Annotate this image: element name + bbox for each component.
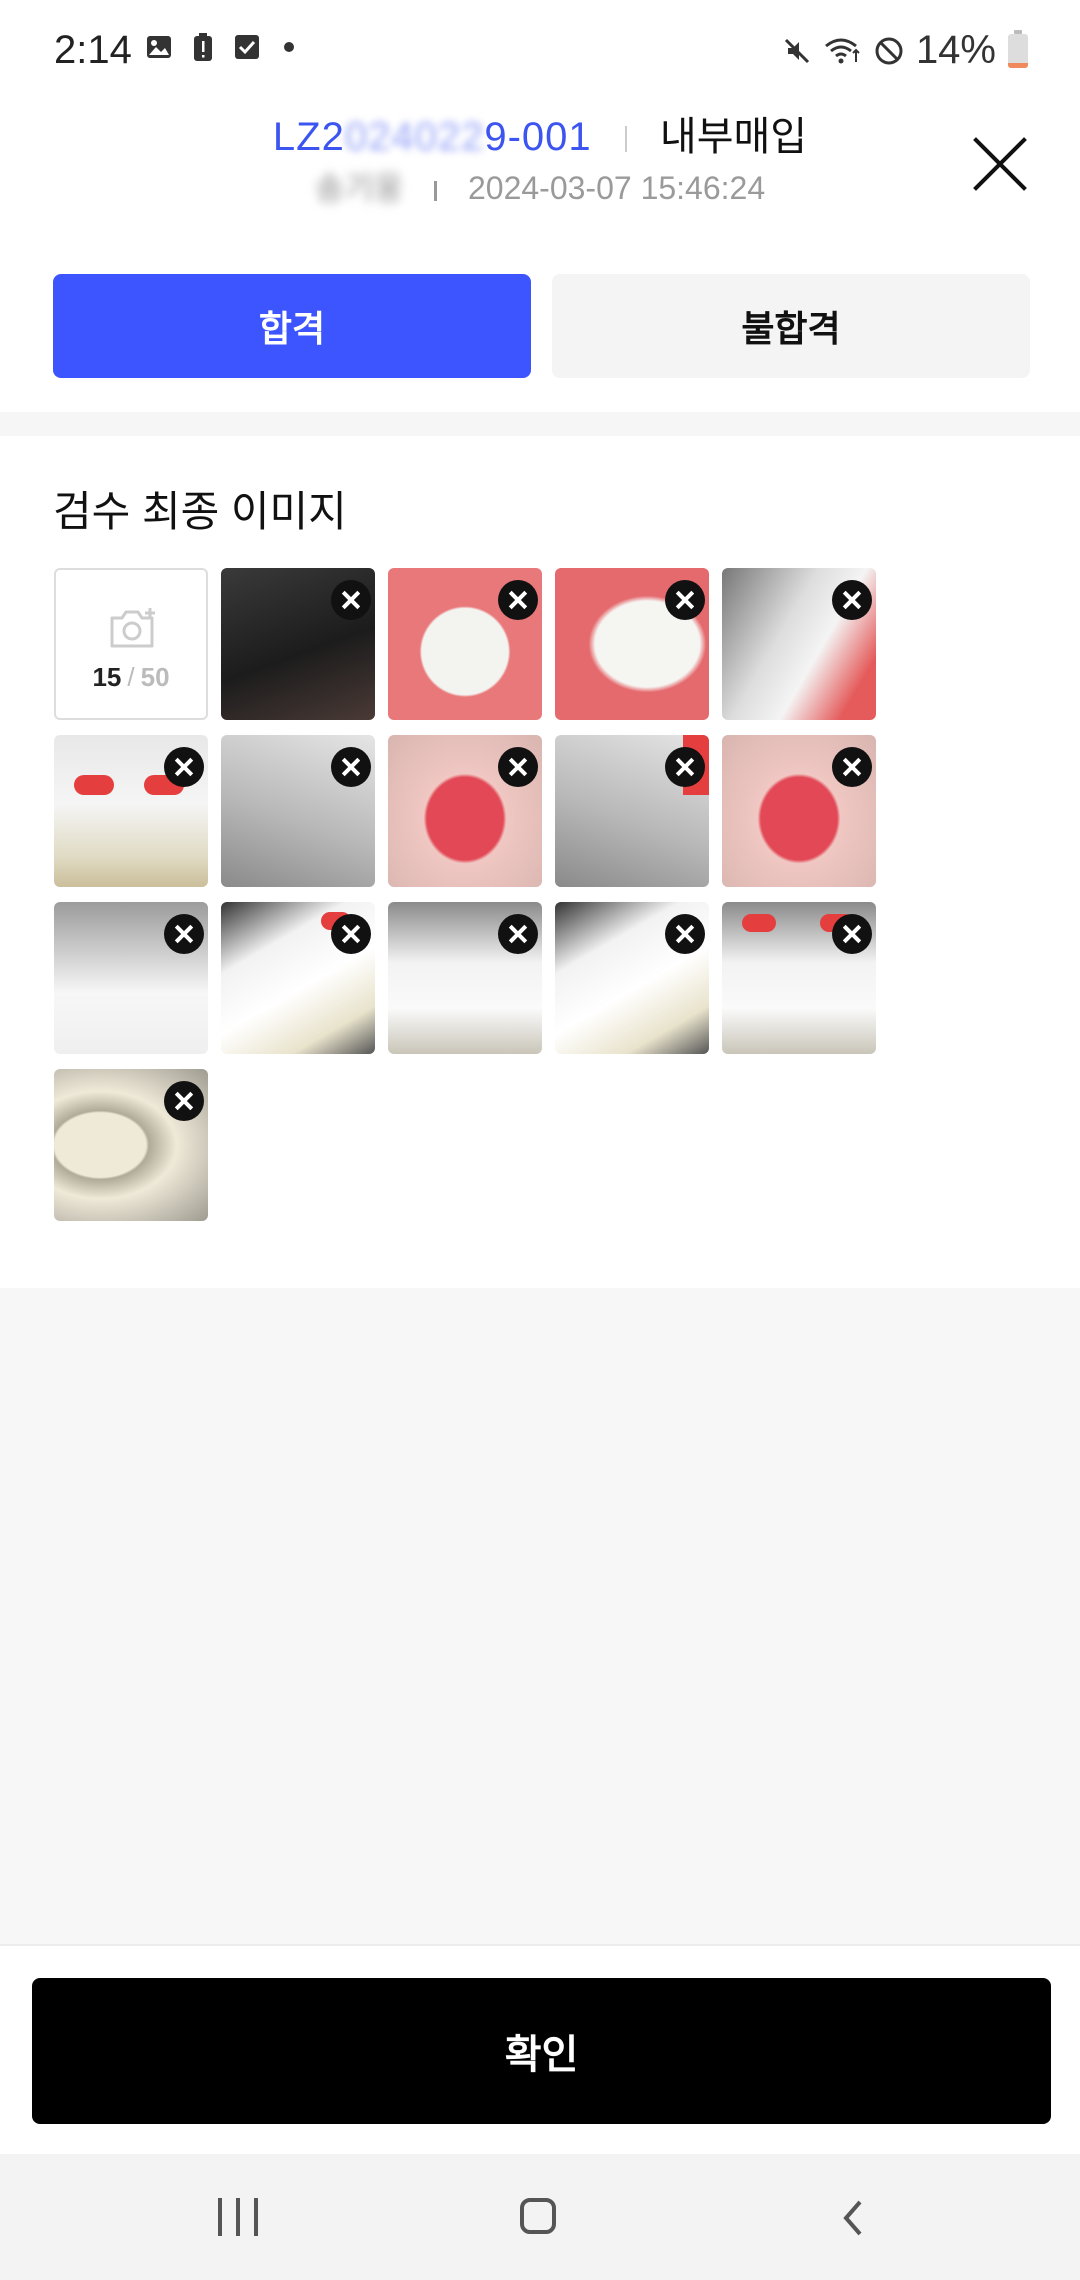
gallery-icon (144, 32, 174, 62)
delete-photo-icon[interactable] (331, 580, 371, 620)
photo-thumbnail-5[interactable] (54, 735, 208, 887)
delete-photo-icon[interactable] (665, 580, 705, 620)
order-type: 내부매입 (659, 115, 808, 159)
photo-detail (742, 914, 776, 932)
subtitle-divider (434, 180, 438, 201)
delete-photo-icon[interactable] (832, 580, 872, 620)
recents-icon[interactable] (218, 2198, 258, 2236)
status-time: 2:14 (54, 28, 132, 72)
camera-add-icon (108, 606, 158, 655)
order-id-suffix: 9-001 (484, 115, 592, 159)
photo-count-separator: / (127, 662, 135, 692)
home-icon[interactable] (520, 2198, 556, 2234)
close-icon[interactable] (970, 134, 1030, 194)
battery-alert-icon (188, 32, 218, 62)
inspector-name: 송기웅 (314, 170, 404, 206)
mute-icon (782, 36, 812, 66)
delete-photo-icon[interactable] (331, 747, 371, 787)
title-row: LZ20240229-001 내부매입 (0, 112, 1080, 162)
delete-photo-icon[interactable] (164, 747, 204, 787)
system-nav-bar (0, 2154, 1080, 2280)
photo-thumbnail-11[interactable] (221, 902, 375, 1054)
photo-thumbnail-13[interactable] (555, 902, 709, 1054)
photo-thumbnail-15[interactable] (54, 1069, 208, 1221)
photo-thumbnail-3[interactable] (555, 568, 709, 720)
delete-photo-icon[interactable] (498, 914, 538, 954)
photo-count-current: 15 (92, 662, 122, 692)
photo-thumbnail-14[interactable] (722, 902, 876, 1054)
confirm-button[interactable]: 확인 (32, 1978, 1051, 2124)
battery-icon (1008, 29, 1028, 68)
photo-thumbnail-12[interactable] (388, 902, 542, 1054)
back-icon[interactable] (834, 2198, 874, 2238)
delete-photo-icon[interactable] (832, 747, 872, 787)
empty-content-area (0, 1288, 1080, 1946)
pass-button[interactable]: 합격 (53, 274, 531, 378)
title-divider (624, 126, 627, 153)
footer: 확인 (0, 1946, 1080, 2154)
photo-thumbnail-2[interactable] (388, 568, 542, 720)
order-id: LZ20240229-001 (273, 115, 592, 159)
delete-photo-icon[interactable] (832, 914, 872, 954)
fail-button[interactable]: 불합격 (552, 274, 1030, 378)
photo-thumbnail-1[interactable] (221, 568, 375, 720)
delete-photo-icon[interactable] (498, 747, 538, 787)
do-not-disturb-icon (874, 36, 904, 66)
photo-thumbnail-6[interactable] (221, 735, 375, 887)
order-id-masked: 024022 (344, 115, 485, 159)
delete-photo-icon[interactable] (665, 914, 705, 954)
delete-photo-icon[interactable] (665, 747, 705, 787)
header: LZ20240229-001 내부매입 송기웅 2024-03-07 15:46… (0, 100, 1080, 240)
section-title: 검수 최종 이미지 (53, 488, 347, 535)
photo-count: 15/50 (56, 662, 206, 693)
subtitle-row: 송기웅 2024-03-07 15:46:24 (0, 168, 1080, 208)
order-id-prefix: LZ2 (272, 115, 345, 159)
dot-icon (284, 42, 294, 52)
checkbox-icon (232, 32, 262, 62)
delete-photo-icon[interactable] (164, 1081, 204, 1121)
wifi-icon (824, 36, 862, 66)
status-bar: 2:14 14% (0, 0, 1080, 100)
photo-thumbnail-8[interactable] (555, 735, 709, 887)
photo-thumbnail-9[interactable] (722, 735, 876, 887)
photo-thumbnail-7[interactable] (388, 735, 542, 887)
delete-photo-icon[interactable] (331, 914, 371, 954)
delete-photo-icon[interactable] (164, 914, 204, 954)
section-divider (0, 412, 1080, 436)
photo-thumbnail-10[interactable] (54, 902, 208, 1054)
inspection-datetime: 2024-03-07 15:46:24 (467, 170, 766, 206)
battery-percent: 14% (915, 28, 996, 72)
delete-photo-icon[interactable] (498, 580, 538, 620)
system-icons: 14% (782, 28, 1028, 73)
add-photo-button[interactable]: 15/50 (54, 568, 208, 720)
photo-count-max: 50 (140, 662, 170, 692)
notification-icons (144, 32, 294, 62)
photo-detail (74, 775, 114, 795)
photo-thumbnail-4[interactable] (722, 568, 876, 720)
